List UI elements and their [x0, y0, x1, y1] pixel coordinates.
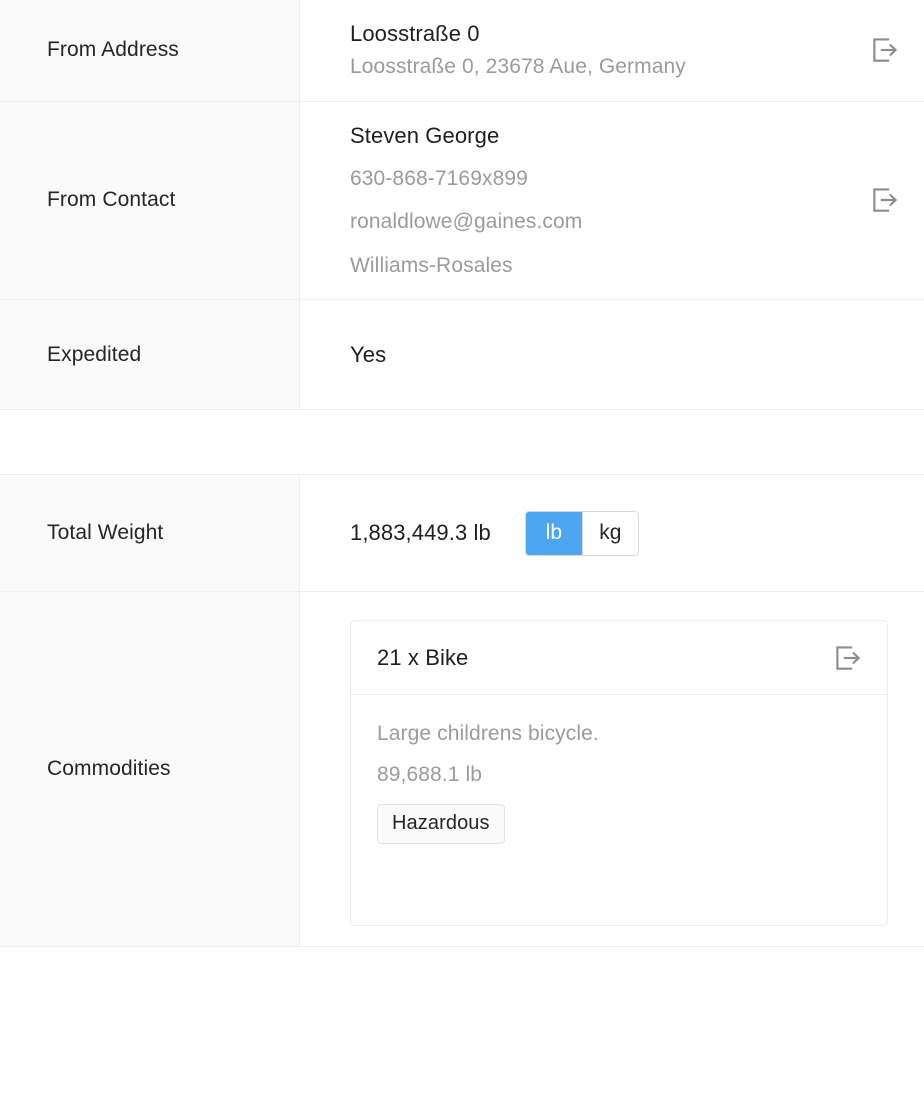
from-contact-content: Steven George 630-868-7169x899 ronaldlow… [350, 120, 852, 282]
weight-unit-toggle[interactable]: lb kg [524, 510, 639, 556]
expedited-content: Yes [350, 339, 900, 370]
commodity-card: 21 x Bike Large childrens bicycle. 89,68… [350, 620, 888, 927]
row-value-from-address: Loosstraße 0 Loosstraße 0, 23678 Aue, Ge… [300, 0, 924, 101]
row-label-total-weight: Total Weight [0, 475, 300, 592]
from-address-name: Loosstraße 0 [350, 21, 480, 46]
origin-details-table: From Address Loosstraße 0 Loosstraße 0, … [0, 0, 924, 411]
from-contact-label: From Contact [47, 188, 176, 212]
total-weight-value: 1,883,449.3 lb [350, 520, 491, 546]
table-row: From Address Loosstraße 0 Loosstraße 0, … [0, 0, 924, 102]
row-value-from-contact: Steven George 630-868-7169x899 ronaldlow… [300, 101, 924, 300]
table-row: Expedited Yes [0, 300, 924, 411]
open-external-icon[interactable] [870, 35, 900, 65]
commodities-label: Commodities [47, 757, 171, 781]
open-external-icon[interactable] [870, 185, 900, 215]
from-contact-phone: 630-868-7169x899 [350, 166, 528, 190]
row-label-from-contact: From Contact [0, 101, 300, 300]
shipment-details-page: From Address Loosstraße 0 Loosstraße 0, … [0, 0, 924, 1115]
from-address-label: From Address [47, 38, 179, 62]
commodity-description: Large childrens bicycle. [377, 722, 599, 746]
row-value-total-weight: 1,883,449.3 lb lb kg [300, 475, 924, 592]
status-badge-hazardous: Hazardous [377, 804, 505, 845]
from-contact-company: Williams-Rosales [350, 253, 513, 277]
from-address-full: Loosstraße 0, 23678 Aue, Germany [350, 55, 686, 79]
row-label-expedited: Expedited [0, 300, 300, 410]
row-label-commodities: Commodities [0, 592, 300, 947]
row-label-from-address: From Address [0, 0, 300, 101]
commodity-weight: 89,688.1 lb [377, 762, 483, 786]
commodity-card-header: 21 x Bike [351, 621, 887, 696]
weight-unit-option-kg[interactable]: kg [581, 511, 638, 555]
open-external-icon[interactable] [833, 643, 863, 673]
from-address-content: Loosstraße 0 Loosstraße 0, 23678 Aue, Ge… [350, 18, 852, 83]
total-weight-label: Total Weight [47, 521, 164, 545]
table-row: Commodities 21 x Bike Large childrens bi… [0, 592, 924, 948]
commodity-title: 21 x Bike [377, 644, 469, 670]
expedited-label: Expedited [47, 342, 142, 366]
section-spacer [0, 410, 924, 475]
table-row: Total Weight 1,883,449.3 lb lb kg [0, 474, 924, 593]
expedited-value: Yes [350, 342, 387, 368]
table-row: From Contact Steven George 630-868-7169x… [0, 101, 924, 301]
from-contact-name: Steven George [350, 122, 500, 148]
row-value-commodities: 21 x Bike Large childrens bicycle. 89,68… [300, 592, 924, 947]
from-contact-email: ronaldlowe@gaines.com [350, 210, 583, 234]
load-details-table: Total Weight 1,883,449.3 lb lb kg Commod… [0, 474, 924, 948]
commodity-card-body: Large childrens bicycle. 89,688.1 lb Haz… [351, 695, 887, 925]
row-value-expedited: Yes [300, 300, 924, 410]
weight-unit-option-lb[interactable]: lb [525, 511, 582, 555]
total-weight-content: 1,883,449.3 lb lb kg [350, 510, 900, 556]
